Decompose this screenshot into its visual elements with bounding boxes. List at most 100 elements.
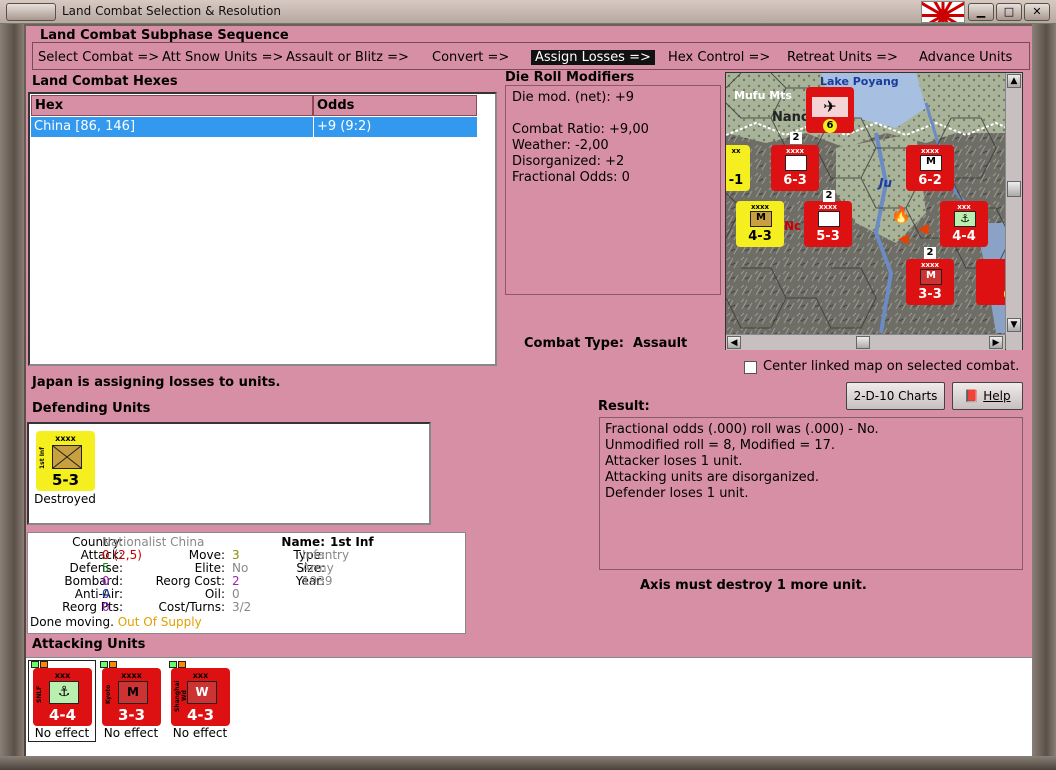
result-line: Defender loses 1 unit. (605, 486, 749, 501)
result-line: Attacker loses 1 unit. (605, 454, 743, 469)
attacker-caption: No effect (103, 726, 159, 740)
map-counter-unit[interactable]: xxxx M 6-2 (906, 145, 954, 191)
counter-size: xxxx (920, 147, 940, 155)
title-bar: Land Combat Selection & Resolution ▁ □ ✕ (0, 0, 1056, 24)
help-button[interactable]: 📕 Help (952, 382, 1023, 410)
map-counter-unit[interactable]: xxxx M 3-3 (906, 259, 954, 305)
combat-type-value: Assault (633, 336, 688, 351)
stack-marker (40, 661, 48, 668)
map-horizontal-scrollbar[interactable]: ◀ ▶ (726, 334, 1005, 350)
stack-marker (109, 661, 117, 668)
attack-extra: (2,5) (113, 548, 142, 562)
combat-type-label: Combat Type: (524, 336, 624, 351)
reorgpts-label: Reorg Pts: (62, 600, 123, 614)
seq-step-assign-losses: Assign Losses => (531, 50, 655, 65)
result-line: Attacking units are disorganized. (605, 470, 819, 485)
infantry-icon (818, 211, 840, 227)
combat-hex-list[interactable]: Hex Odds China [86, 146] +9 (9:2) (28, 92, 497, 366)
infantry-icon (52, 445, 82, 469)
map-counter-aircraft[interactable]: ✈ 6 (806, 87, 854, 133)
die-roll-modifiers-box: Die mod. (net): +9 Combat Ratio: +9,00 W… (505, 85, 721, 295)
result-line: Fractional odds (.000) roll was (.000) -… (605, 422, 879, 437)
map-counter-unit[interactable]: xxxx M 4-3 (736, 201, 784, 247)
linked-map[interactable]: Lake Poyang Mufu Mts Nanc Ju Nc ✈ 6 xxxx… (725, 72, 1023, 350)
help-label: Help (983, 389, 1011, 403)
map-counter-badge: 6 (823, 119, 837, 133)
book-icon: 📕 (964, 389, 980, 403)
minimize-button[interactable]: ▁ (968, 3, 994, 21)
counter-size: xxx (957, 203, 971, 211)
center-map-label: Center linked map on selected combat. (763, 359, 1020, 374)
map-vertical-scrollbar[interactable]: ▲ ▼ (1005, 73, 1022, 335)
attacker-counter[interactable]: xxxx Kyoto M 3-3 (102, 668, 161, 726)
scroll-left-icon[interactable]: ◀ (727, 336, 741, 349)
hex-row-cell-hex[interactable]: China [86, 146] (31, 117, 313, 137)
counter-strength: 6-3 (783, 173, 807, 188)
map-label-mountains: Mufu Mts (734, 89, 792, 102)
marine-icon: ⚓ (49, 681, 79, 704)
map-label-ju: Ju (879, 176, 893, 190)
attack-arrow-icon: ◀ (898, 231, 909, 247)
result-title: Result: (598, 399, 650, 414)
attacker-counter[interactable]: xxx SNLF ⚓ 4-4 (33, 668, 92, 726)
attacker-counter[interactable]: xxx Shanghai Wd W 4-3 (171, 668, 230, 726)
close-button[interactable]: ✕ (1024, 3, 1050, 21)
stack-marker (178, 661, 186, 668)
counter-size: xxxx (750, 203, 770, 211)
defender-counter[interactable]: xxxx 1st Inf 5-3 (36, 431, 95, 491)
scroll-thumb[interactable] (856, 336, 870, 349)
center-map-checkbox[interactable] (744, 361, 757, 374)
counter-size: xxxx (818, 203, 838, 211)
maximize-button[interactable]: □ (996, 3, 1022, 21)
map-counter-unit[interactable]: xxxx 5-3 (804, 201, 852, 247)
die-line: Die mod. (net): +9 (512, 90, 635, 105)
counter-strength: 4-4 (952, 229, 976, 244)
costturns-value: 3/2 (232, 600, 252, 614)
stack-marker (31, 661, 39, 668)
result-box: Fractional odds (.000) roll was (.000) -… (599, 417, 1023, 570)
plane-icon: ✈ (812, 97, 848, 117)
supply-status: Out Of Supply (117, 615, 202, 629)
map-counter-unit[interactable]: xxxx 6-3 (771, 145, 819, 191)
counter-strength: 4-3 (748, 229, 772, 244)
scroll-right-icon[interactable]: ▶ (989, 336, 1003, 349)
counter-strength: 3-3 (117, 706, 146, 724)
attack-arrow-icon: ◀ (918, 221, 929, 237)
attacking-units-list: xxx SNLF ⚓ 4-4 No effect xxxx Kyoto M 3-… (26, 657, 1032, 756)
japan-flag-icon (921, 1, 965, 23)
year-value: 1939 (302, 574, 333, 588)
system-menu-button[interactable] (6, 3, 56, 21)
seq-step-hex-control: Hex Control => (668, 50, 771, 65)
map-counter-unit[interactable]: xx -1 (726, 145, 750, 191)
seq-step-assault-blitz: Assault or Blitz => (286, 50, 409, 65)
hex-row-cell-odds[interactable]: +9 (9:2) (313, 117, 477, 137)
attacker-caption: No effect (34, 726, 90, 740)
counter-strength: -1 (728, 173, 744, 188)
left-border (0, 24, 24, 760)
stack-count: 2 (790, 132, 802, 144)
die-line: Fractional Odds: 0 (512, 170, 630, 185)
infantry-cross (52, 445, 82, 469)
die-line: Disorganized: +2 (512, 154, 625, 169)
counter-strength: 6-2 (918, 173, 942, 188)
winter-infantry-icon: W (187, 681, 217, 704)
scroll-up-icon[interactable]: ▲ (1007, 74, 1021, 88)
scroll-thumb[interactable] (1007, 181, 1021, 197)
seq-step-select-combat: Select Combat => (38, 50, 160, 65)
die-line-blank (512, 106, 714, 122)
die-line: Weather: -2,00 (512, 138, 609, 153)
column-header-hex[interactable]: Hex (31, 95, 313, 116)
charts-button[interactable]: 2-D-10 Charts (846, 382, 945, 410)
marine-icon: ⚓ (954, 211, 976, 227)
map-counter-unit[interactable]: xxx ⚓ 4-4 (940, 201, 988, 247)
column-header-odds[interactable]: Odds (313, 95, 477, 116)
costturns-label: Cost/Turns: (158, 600, 225, 614)
seq-step-convert: Convert => (432, 50, 510, 65)
defenders-title: Defending Units (32, 401, 151, 416)
attack-value: 0 (102, 548, 110, 562)
infantry-icon (785, 155, 807, 171)
scroll-down-icon[interactable]: ▼ (1007, 318, 1021, 332)
mountain-infantry-icon: M (920, 269, 942, 285)
status-text: Japan is assigning losses to units. (32, 375, 281, 390)
reorgpts-value: 0 (102, 600, 110, 614)
